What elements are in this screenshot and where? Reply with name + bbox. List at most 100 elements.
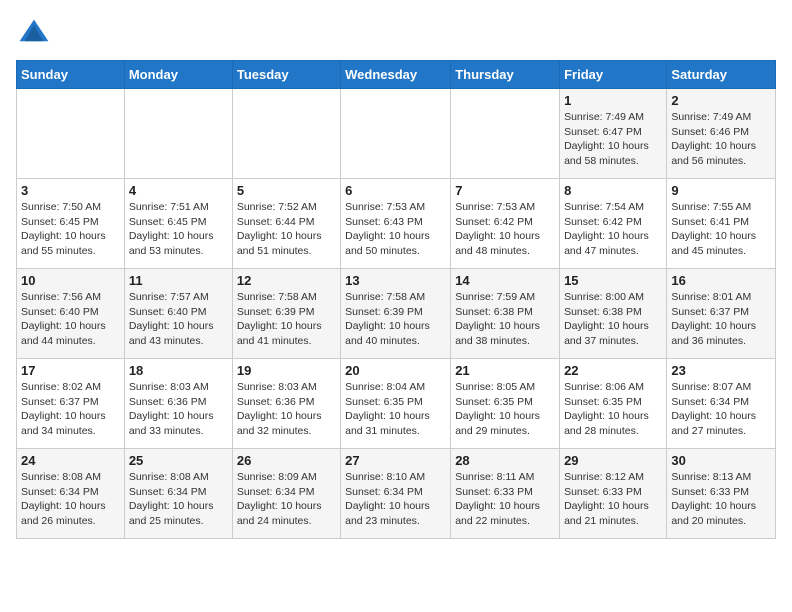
header-day: Friday bbox=[560, 61, 667, 89]
day-number: 13 bbox=[345, 273, 446, 288]
calendar-cell: 16Sunrise: 8:01 AM Sunset: 6:37 PM Dayli… bbox=[667, 269, 776, 359]
header-day: Saturday bbox=[667, 61, 776, 89]
calendar-cell: 5 Sunrise: 7:52 AM Sunset: 6:44 PM Daylig… bbox=[232, 179, 340, 269]
day-info: Sunrise: 7:58 AM Sunset: 6:39 PM Dayligh… bbox=[345, 290, 446, 349]
day-number: 14 bbox=[455, 273, 555, 288]
day-number: 2 bbox=[671, 93, 771, 108]
day-info: Sunrise: 7:49 AM Sunset: 6:47 PM Dayligh… bbox=[564, 110, 662, 169]
day-info: Sunrise: 8:05 AM Sunset: 6:35 PM Dayligh… bbox=[455, 380, 555, 439]
day-info: Sunrise: 7:55 AM Sunset: 6:41 PM Dayligh… bbox=[671, 200, 771, 259]
day-info: Sunrise: 7:53 AM Sunset: 6:42 PM Dayligh… bbox=[455, 200, 555, 259]
calendar-cell: 13 Sunrise: 7:58 AM Sunset: 6:39 PM Dayli… bbox=[341, 269, 451, 359]
day-info: Sunrise: 7:50 AM Sunset: 6:45 PM Dayligh… bbox=[21, 200, 120, 259]
day-info: Sunrise: 7:52 AM Sunset: 6:44 PM Dayligh… bbox=[237, 200, 336, 259]
day-number: 11 bbox=[129, 273, 228, 288]
calendar-cell bbox=[341, 89, 451, 179]
day-info: Sunrise: 7:56 AM Sunset: 6:40 PM Dayligh… bbox=[21, 290, 120, 349]
calendar-cell: 15 Sunrise: 8:00 AM Sunset: 6:38 PM Dayli… bbox=[560, 269, 667, 359]
day-number: 10 bbox=[21, 273, 120, 288]
calendar: SundayMondayTuesdayWednesdayThursdayFrid… bbox=[16, 60, 776, 539]
header-day: Wednesday bbox=[341, 61, 451, 89]
day-number: 24 bbox=[21, 453, 120, 468]
calendar-cell: 1 Sunrise: 7:49 AM Sunset: 6:47 PM Daylig… bbox=[560, 89, 667, 179]
day-number: 27 bbox=[345, 453, 446, 468]
calendar-cell: 20 Sunrise: 8:04 AM Sunset: 6:35 PM Dayli… bbox=[341, 359, 451, 449]
day-info: Sunrise: 8:10 AM Sunset: 6:34 PM Dayligh… bbox=[345, 470, 446, 529]
calendar-cell: 29 Sunrise: 8:12 AM Sunset: 6:33 PM Dayli… bbox=[560, 449, 667, 539]
day-info: Sunrise: 7:59 AM Sunset: 6:38 PM Dayligh… bbox=[455, 290, 555, 349]
day-number: 5 bbox=[237, 183, 336, 198]
calendar-cell: 14 Sunrise: 7:59 AM Sunset: 6:38 PM Dayli… bbox=[451, 269, 560, 359]
day-info: Sunrise: 8:12 AM Sunset: 6:33 PM Dayligh… bbox=[564, 470, 662, 529]
calendar-cell: 21 Sunrise: 8:05 AM Sunset: 6:35 PM Dayli… bbox=[451, 359, 560, 449]
day-number: 9 bbox=[671, 183, 771, 198]
header-day: Tuesday bbox=[232, 61, 340, 89]
calendar-cell: 6 Sunrise: 7:53 AM Sunset: 6:43 PM Daylig… bbox=[341, 179, 451, 269]
day-info: Sunrise: 8:03 AM Sunset: 6:36 PM Dayligh… bbox=[237, 380, 336, 439]
calendar-cell: 3 Sunrise: 7:50 AM Sunset: 6:45 PM Daylig… bbox=[17, 179, 125, 269]
day-info: Sunrise: 7:53 AM Sunset: 6:43 PM Dayligh… bbox=[345, 200, 446, 259]
calendar-cell: 11 Sunrise: 7:57 AM Sunset: 6:40 PM Dayli… bbox=[124, 269, 232, 359]
calendar-cell bbox=[232, 89, 340, 179]
calendar-cell: 4 Sunrise: 7:51 AM Sunset: 6:45 PM Daylig… bbox=[124, 179, 232, 269]
day-number: 1 bbox=[564, 93, 662, 108]
day-info: Sunrise: 8:06 AM Sunset: 6:35 PM Dayligh… bbox=[564, 380, 662, 439]
calendar-cell: 9 Sunrise: 7:55 AM Sunset: 6:41 PM Daylig… bbox=[667, 179, 776, 269]
day-info: Sunrise: 8:13 AM Sunset: 6:33 PM Dayligh… bbox=[671, 470, 771, 529]
calendar-cell: 30 Sunrise: 8:13 AM Sunset: 6:33 PM Dayli… bbox=[667, 449, 776, 539]
calendar-cell bbox=[451, 89, 560, 179]
calendar-cell bbox=[17, 89, 125, 179]
calendar-week: 24 Sunrise: 8:08 AM Sunset: 6:34 PM Dayli… bbox=[17, 449, 776, 539]
day-info: Sunrise: 8:08 AM Sunset: 6:34 PM Dayligh… bbox=[129, 470, 228, 529]
calendar-cell: 28 Sunrise: 8:11 AM Sunset: 6:33 PM Dayli… bbox=[451, 449, 560, 539]
header-day: Thursday bbox=[451, 61, 560, 89]
day-number: 15 bbox=[564, 273, 662, 288]
header-day: Sunday bbox=[17, 61, 125, 89]
calendar-cell: 8 Sunrise: 7:54 AM Sunset: 6:42 PM Daylig… bbox=[560, 179, 667, 269]
calendar-week: 10 Sunrise: 7:56 AM Sunset: 6:40 PM Dayli… bbox=[17, 269, 776, 359]
page-header bbox=[16, 16, 776, 52]
day-info: Sunrise: 7:49 AM Sunset: 6:46 PM Dayligh… bbox=[671, 110, 771, 169]
header-row: SundayMondayTuesdayWednesdayThursdayFrid… bbox=[17, 61, 776, 89]
day-info: Sunrise: 7:57 AM Sunset: 6:40 PM Dayligh… bbox=[129, 290, 228, 349]
day-info: Sunrise: 7:58 AM Sunset: 6:39 PM Dayligh… bbox=[237, 290, 336, 349]
day-number: 22 bbox=[564, 363, 662, 378]
day-number: 12 bbox=[237, 273, 336, 288]
day-number: 28 bbox=[455, 453, 555, 468]
day-info: Sunrise: 8:00 AM Sunset: 6:38 PM Dayligh… bbox=[564, 290, 662, 349]
calendar-cell: 19 Sunrise: 8:03 AM Sunset: 6:36 PM Dayli… bbox=[232, 359, 340, 449]
day-number: 8 bbox=[564, 183, 662, 198]
calendar-cell: 18Sunrise: 8:03 AM Sunset: 6:36 PM Dayli… bbox=[124, 359, 232, 449]
day-number: 25 bbox=[129, 453, 228, 468]
day-number: 18 bbox=[129, 363, 228, 378]
day-info: Sunrise: 8:07 AM Sunset: 6:34 PM Dayligh… bbox=[671, 380, 771, 439]
calendar-week: 17 Sunrise: 8:02 AM Sunset: 6:37 PM Dayli… bbox=[17, 359, 776, 449]
day-number: 30 bbox=[671, 453, 771, 468]
day-number: 23 bbox=[671, 363, 771, 378]
day-info: Sunrise: 7:51 AM Sunset: 6:45 PM Dayligh… bbox=[129, 200, 228, 259]
day-number: 21 bbox=[455, 363, 555, 378]
calendar-cell: 27 Sunrise: 8:10 AM Sunset: 6:34 PM Dayli… bbox=[341, 449, 451, 539]
day-info: Sunrise: 7:54 AM Sunset: 6:42 PM Dayligh… bbox=[564, 200, 662, 259]
calendar-body: 1 Sunrise: 7:49 AM Sunset: 6:47 PM Daylig… bbox=[17, 89, 776, 539]
calendar-cell: 24 Sunrise: 8:08 AM Sunset: 6:34 PM Dayli… bbox=[17, 449, 125, 539]
day-number: 20 bbox=[345, 363, 446, 378]
day-number: 26 bbox=[237, 453, 336, 468]
calendar-cell: 17 Sunrise: 8:02 AM Sunset: 6:37 PM Dayli… bbox=[17, 359, 125, 449]
logo bbox=[16, 16, 56, 52]
day-number: 17 bbox=[21, 363, 120, 378]
day-info: Sunrise: 8:08 AM Sunset: 6:34 PM Dayligh… bbox=[21, 470, 120, 529]
day-number: 19 bbox=[237, 363, 336, 378]
calendar-week: 3 Sunrise: 7:50 AM Sunset: 6:45 PM Daylig… bbox=[17, 179, 776, 269]
day-number: 3 bbox=[21, 183, 120, 198]
day-number: 6 bbox=[345, 183, 446, 198]
day-number: 7 bbox=[455, 183, 555, 198]
calendar-cell: 12 Sunrise: 7:58 AM Sunset: 6:39 PM Dayli… bbox=[232, 269, 340, 359]
day-info: Sunrise: 8:11 AM Sunset: 6:33 PM Dayligh… bbox=[455, 470, 555, 529]
calendar-cell: 7 Sunrise: 7:53 AM Sunset: 6:42 PM Daylig… bbox=[451, 179, 560, 269]
day-info: Sunrise: 8:02 AM Sunset: 6:37 PM Dayligh… bbox=[21, 380, 120, 439]
day-number: 4 bbox=[129, 183, 228, 198]
day-info: Sunrise: 8:04 AM Sunset: 6:35 PM Dayligh… bbox=[345, 380, 446, 439]
day-number: 16 bbox=[671, 273, 771, 288]
day-number: 29 bbox=[564, 453, 662, 468]
